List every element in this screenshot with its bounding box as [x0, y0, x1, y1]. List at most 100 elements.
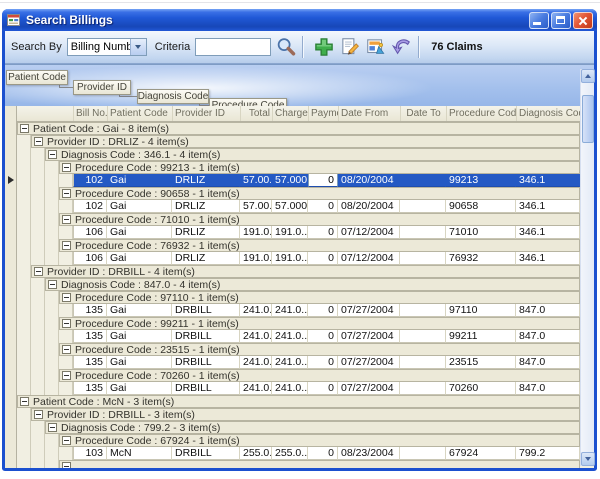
cell-charges[interactable]: 57.0000: [272, 174, 308, 187]
group-row[interactable]: [17, 460, 580, 468]
cell-patient[interactable]: Gai: [107, 356, 172, 369]
collapse-icon[interactable]: [62, 215, 71, 224]
cell-procedure[interactable]: 99211: [446, 330, 516, 343]
cell-total[interactable]: 241.0...: [240, 382, 272, 395]
cell-patient[interactable]: Gai: [107, 382, 172, 395]
cell-date_from[interactable]: 08/23/2004: [338, 447, 400, 460]
collapse-icon[interactable]: [34, 410, 43, 419]
cell-payment[interactable]: 0: [308, 382, 338, 395]
collapse-icon[interactable]: [48, 423, 57, 432]
minimize-button[interactable]: [529, 12, 549, 29]
cell-payment[interactable]: 0: [308, 252, 338, 265]
cell-payment[interactable]: 0: [308, 447, 338, 460]
cell-diagnosis[interactable]: 847.0: [516, 330, 580, 343]
collapse-icon[interactable]: [62, 241, 71, 250]
cell-diagnosis[interactable]: 346.1: [516, 200, 580, 213]
cell-diagnosis[interactable]: 799.2: [516, 447, 580, 460]
group-band[interactable]: Patient Code : McN - 3 item(s): [17, 395, 580, 408]
collapse-icon[interactable]: [62, 371, 71, 380]
group-chip-patient-code[interactable]: Patient Code: [6, 70, 68, 85]
cell-provider[interactable]: DRBILL: [172, 356, 240, 369]
cell-charges[interactable]: 191.0...: [272, 252, 308, 265]
table-row[interactable]: 106GaiDRLIZ191.0...191.0...007/12/200476…: [17, 252, 580, 265]
group-band[interactable]: Procedure Code : 76932 - 1 item(s): [59, 239, 580, 252]
cell-payment[interactable]: 0: [308, 226, 338, 239]
group-row[interactable]: Provider ID : DRBILL - 3 item(s): [17, 408, 580, 421]
maximize-button[interactable]: [551, 12, 571, 29]
collapse-icon[interactable]: [34, 267, 43, 276]
add-button[interactable]: [313, 36, 335, 58]
edit-button[interactable]: [339, 36, 361, 58]
scroll-up-button[interactable]: [581, 69, 595, 83]
cell-date_from[interactable]: 07/27/2004: [338, 382, 400, 395]
group-band[interactable]: Patient Code : Gai - 8 item(s): [17, 122, 580, 135]
cell-bill[interactable]: 135: [73, 356, 107, 369]
collapse-icon[interactable]: [20, 124, 29, 133]
collapse-icon[interactable]: [62, 319, 71, 328]
cell-date_to[interactable]: [400, 304, 446, 317]
cell-procedure[interactable]: 67924: [446, 447, 516, 460]
cell-charges[interactable]: 241.0...: [272, 356, 308, 369]
report-button[interactable]: [365, 36, 387, 58]
column-header-total[interactable]: Total: [240, 106, 272, 121]
cell-date_to[interactable]: [400, 252, 446, 265]
group-row[interactable]: Procedure Code : 76932 - 1 item(s): [17, 239, 580, 252]
cell-procedure[interactable]: 76932: [446, 252, 516, 265]
column-header-provider[interactable]: Provider ID: [172, 106, 240, 121]
cell-charges[interactable]: 241.0...: [272, 330, 308, 343]
cell-date_from[interactable]: 08/20/2004: [338, 200, 400, 213]
cell-date_to[interactable]: [400, 226, 446, 239]
cell-bill[interactable]: 103: [73, 447, 107, 460]
cell-date_to[interactable]: [400, 174, 446, 187]
cell-provider[interactable]: DRBILL: [172, 330, 240, 343]
vertical-scrollbar[interactable]: [580, 69, 594, 466]
table-row[interactable]: 135GaiDRBILL241.0...241.0...007/27/20049…: [17, 304, 580, 317]
cell-patient[interactable]: McN: [107, 447, 172, 460]
cell-provider[interactable]: DRLIZ: [172, 200, 240, 213]
cell-date_from[interactable]: 07/27/2004: [338, 356, 400, 369]
cell-patient[interactable]: Gai: [107, 226, 172, 239]
cell-patient[interactable]: Gai: [107, 200, 172, 213]
cell-charges[interactable]: 57.0000: [272, 200, 308, 213]
cell-procedure[interactable]: 99213: [446, 174, 516, 187]
group-row[interactable]: Provider ID : DRBILL - 4 item(s): [17, 265, 580, 278]
cell-payment[interactable]: 0: [308, 330, 338, 343]
group-row[interactable]: Provider ID : DRLIZ - 4 item(s): [17, 135, 580, 148]
column-header-payment[interactable]: Payme...: [308, 106, 338, 121]
group-band[interactable]: Procedure Code : 99213 - 1 item(s): [59, 161, 580, 174]
column-header-date_to[interactable]: Date To: [400, 106, 446, 121]
undo-button[interactable]: [391, 36, 413, 58]
group-band[interactable]: Procedure Code : 97110 - 1 item(s): [59, 291, 580, 304]
table-row[interactable]: 135GaiDRBILL241.0...241.0...007/27/20049…: [17, 330, 580, 343]
group-chip-diagnosis-code[interactable]: Diagnosis Code: [137, 89, 209, 104]
group-band[interactable]: Provider ID : DRLIZ - 4 item(s): [31, 135, 580, 148]
cell-date_to[interactable]: [400, 200, 446, 213]
cell-total[interactable]: 241.0...: [240, 304, 272, 317]
criteria-input[interactable]: [195, 38, 271, 56]
cell-total[interactable]: 255.0...: [240, 447, 272, 460]
collapse-icon[interactable]: [48, 150, 57, 159]
cell-procedure[interactable]: 97110: [446, 304, 516, 317]
collapse-icon[interactable]: [34, 137, 43, 146]
column-header-bill[interactable]: Bill No.: [73, 106, 107, 121]
column-header-charges[interactable]: Charges: [272, 106, 308, 121]
cell-payment[interactable]: 0: [308, 304, 338, 317]
group-row[interactable]: Procedure Code : 70260 - 1 item(s): [17, 369, 580, 382]
cell-diagnosis[interactable]: 847.0: [516, 356, 580, 369]
group-band[interactable]: Provider ID : DRBILL - 3 item(s): [31, 408, 580, 421]
column-header-patient[interactable]: Patient Code: [107, 106, 172, 121]
cell-date_from[interactable]: 07/12/2004: [338, 252, 400, 265]
cell-payment[interactable]: 0: [308, 356, 338, 369]
column-header-date_from[interactable]: Date From: [338, 106, 400, 121]
cell-date_from[interactable]: 07/12/2004: [338, 226, 400, 239]
table-row[interactable]: 102GaiDRLIZ57.00...57.0000008/20/2004906…: [17, 200, 580, 213]
group-row[interactable]: Diagnosis Code : 847.0 - 4 item(s): [17, 278, 580, 291]
cell-date_from[interactable]: 08/20/2004: [338, 174, 400, 187]
cell-provider[interactable]: DRBILL: [172, 382, 240, 395]
collapse-icon[interactable]: [20, 397, 29, 406]
cell-date_to[interactable]: [400, 382, 446, 395]
table-row[interactable]: 102GaiDRLIZ57.00...57.0000008/20/2004992…: [17, 174, 580, 187]
cell-patient[interactable]: Gai: [107, 252, 172, 265]
group-row[interactable]: Patient Code : McN - 3 item(s): [17, 395, 580, 408]
table-row[interactable]: 103McNDRBILL255.0...255.0...008/23/20046…: [17, 447, 580, 460]
